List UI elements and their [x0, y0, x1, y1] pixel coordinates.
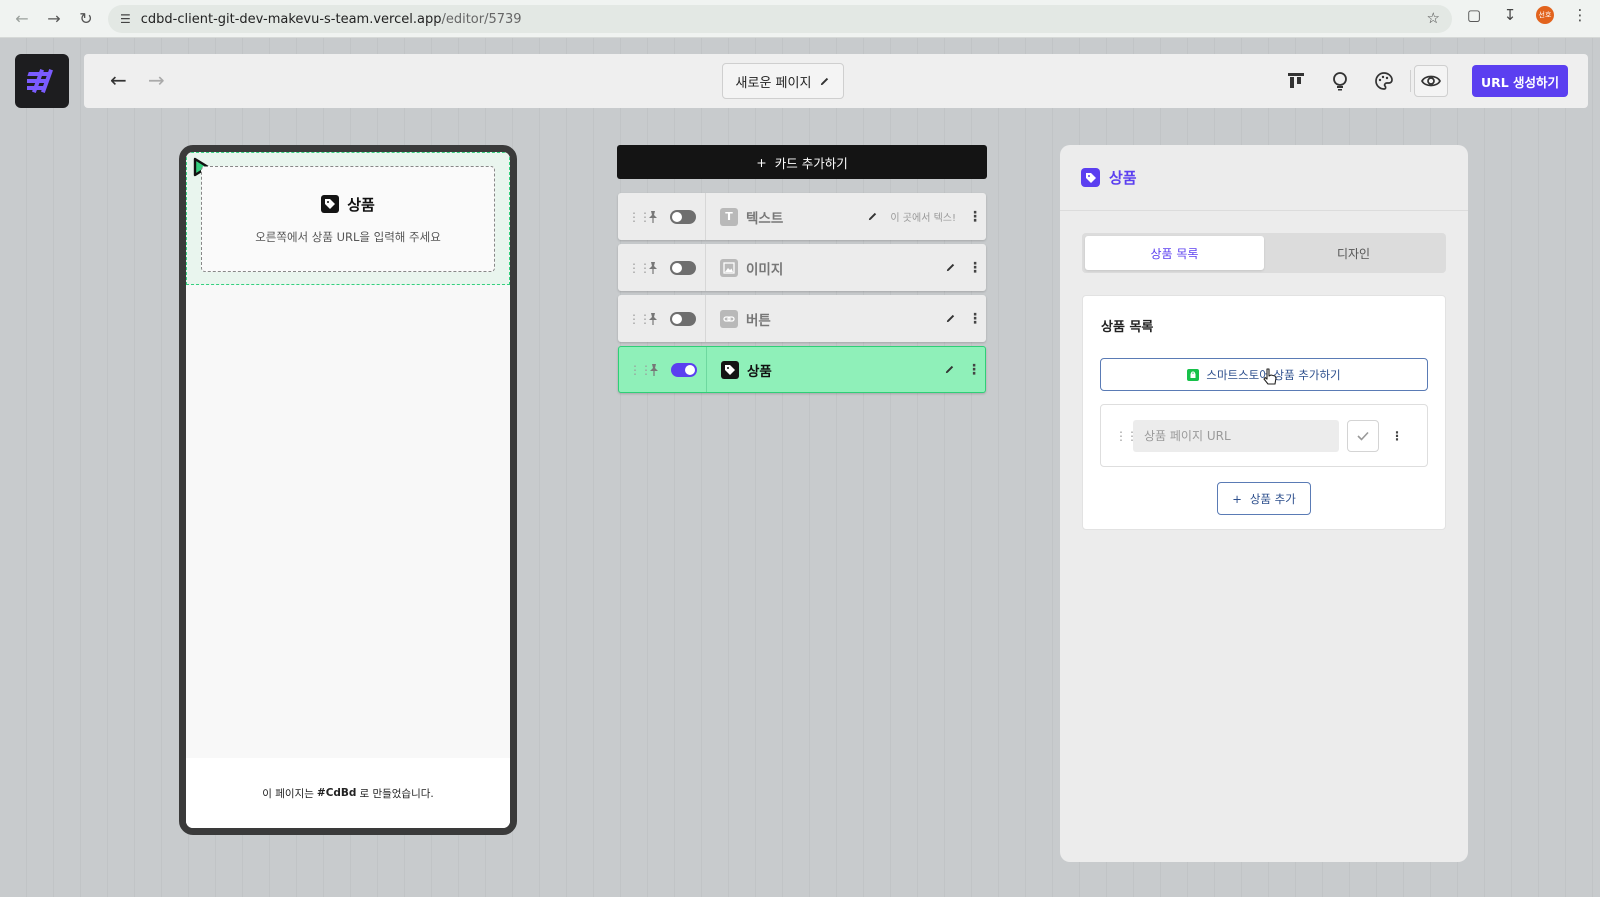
url-path: /editor/5739 [441, 11, 522, 27]
phone-preview: 상품 오른쪽에서 상품 URL을 입력해 주세요 이 페이지는 #CdBd 로 … [179, 145, 517, 835]
footer-suffix: 로 만들었습니다. [359, 787, 434, 800]
drag-handle-icon[interactable]: ⋮⋮ [629, 363, 652, 377]
card-row-text[interactable]: ⋮⋮ T 텍스트 이 곳에서 텍스! ⋮ [618, 193, 986, 240]
layout-align-icon[interactable] [1284, 69, 1308, 93]
check-icon [1357, 431, 1369, 441]
browser-reload-icon[interactable]: ↻ [70, 9, 102, 28]
more-options-icon[interactable]: ⋮ [1391, 429, 1403, 443]
section-title: 상품 목록 [1101, 320, 1154, 335]
eye-icon [1421, 75, 1441, 87]
card-text-preview: 이 곳에서 텍스! [890, 213, 956, 224]
plus-icon: + [756, 154, 767, 170]
smartstore-icon [1187, 368, 1200, 381]
card-label: 상품 [747, 363, 772, 380]
more-options-icon[interactable]: ⋮ [968, 209, 982, 225]
pencil-icon [821, 77, 829, 85]
pencil-icon[interactable] [867, 211, 878, 222]
pin-icon[interactable] [646, 261, 660, 275]
tag-icon [721, 360, 739, 379]
plus-icon: + [1232, 491, 1242, 506]
card-row-product[interactable]: ⋮⋮ 상품 ⋮ [618, 346, 986, 393]
preview-block-title: 상품 [347, 195, 375, 214]
more-options-icon[interactable]: ⋮ [968, 260, 982, 276]
add-card-button[interactable]: + 카드 추가하기 [617, 145, 987, 179]
download-icon[interactable]: ↧ [1500, 6, 1520, 24]
more-options-icon[interactable]: ⋮ [967, 362, 981, 378]
preview-block-hint: 오른쪽에서 상품 URL을 입력해 주세요 [255, 229, 441, 244]
card-label: 이미지 [746, 261, 784, 278]
preview-button[interactable] [1414, 65, 1448, 97]
link-icon [720, 309, 738, 328]
browser-back-icon[interactable]: ← [6, 9, 38, 28]
visibility-toggle[interactable] [670, 311, 696, 326]
url-host: cdbd-client-git-dev-makevu-s-team.vercel… [140, 11, 442, 27]
panel-header: 상품 [1060, 145, 1468, 211]
product-url-row: ⋮⋮ ⋮ [1100, 404, 1428, 467]
product-url-input[interactable] [1133, 419, 1339, 452]
preview-footer: 이 페이지는 #CdBd 로 만들었습니다. [186, 758, 510, 828]
browser-menu-icon[interactable]: ⋮ [1570, 6, 1590, 24]
panel-tabs: 상품 목록 디자인 [1082, 233, 1446, 273]
tag-icon [321, 195, 340, 213]
footer-brand-text: CdBd [325, 787, 357, 799]
pin-icon[interactable] [646, 210, 660, 224]
logo-hash-icon [27, 69, 53, 93]
visibility-toggle[interactable] [670, 209, 696, 224]
card-row-button[interactable]: ⋮⋮ 버튼 ⋮ [618, 295, 986, 342]
properties-panel: 상품 상품 목록 디자인 상품 목록 스마트스토어 상품 추가하기 ⋮⋮ ⋮ +… [1060, 145, 1468, 862]
undo-icon[interactable]: ← [110, 68, 127, 92]
more-options-icon[interactable]: ⋮ [968, 311, 982, 327]
hand-cursor-icon [1263, 368, 1277, 385]
address-bar[interactable]: ☰ cdbd-client-git-dev-makevu-s-team.verc… [108, 5, 1452, 33]
footer-prefix: 이 페이지는 [262, 787, 314, 800]
drag-handle-icon[interactable]: ⋮⋮ [628, 261, 651, 275]
drag-handle-icon[interactable]: ⋮⋮ [1115, 429, 1138, 443]
text-icon: T [720, 207, 738, 226]
page-title-button[interactable]: 새로운 페이지 [722, 63, 844, 99]
tab-design[interactable]: 디자인 [1264, 236, 1443, 270]
pencil-icon[interactable] [945, 262, 956, 273]
footer-brand: #CdBd [316, 787, 357, 799]
preview-product-placeholder: 상품 오른쪽에서 상품 URL을 입력해 주세요 [201, 166, 495, 272]
redo-icon[interactable]: → [148, 68, 165, 92]
card-label: 텍스트 [746, 210, 784, 227]
pin-icon[interactable] [647, 363, 661, 377]
site-settings-icon[interactable]: ☰ [120, 12, 131, 26]
pin-icon[interactable] [646, 312, 660, 326]
lightbulb-icon[interactable] [1328, 69, 1352, 93]
drag-handle-icon[interactable]: ⋮⋮ [628, 210, 651, 224]
generate-url-button[interactable]: URL 생성하기 [1472, 65, 1568, 97]
add-product-button[interactable]: + 상품 추가 [1217, 482, 1311, 515]
tab-product-list[interactable]: 상품 목록 [1085, 236, 1264, 270]
visibility-toggle[interactable] [671, 362, 697, 377]
pencil-icon[interactable] [945, 313, 956, 324]
extensions-icon[interactable]: ▢ [1464, 6, 1484, 24]
browser-toolbar: ← → ↻ ☰ cdbd-client-git-dev-makevu-s-tea… [0, 0, 1600, 38]
product-list-section: 상품 목록 스마트스토어 상품 추가하기 ⋮⋮ ⋮ + 상품 추가 [1082, 295, 1446, 530]
palette-icon[interactable] [1372, 69, 1396, 93]
app-logo[interactable] [15, 54, 69, 108]
editor-toolbar: ← → 새로운 페이지 URL 생성하기 [84, 54, 1588, 108]
bookmark-star-icon[interactable]: ☆ [1427, 9, 1440, 27]
tag-icon [1081, 168, 1100, 187]
add-card-label: 카드 추가하기 [774, 155, 848, 171]
browser-forward-icon[interactable]: → [38, 9, 70, 28]
visibility-toggle[interactable] [670, 260, 696, 275]
preview-product-block[interactable]: 상품 오른쪽에서 상품 URL을 입력해 주세요 [186, 152, 510, 285]
profile-avatar[interactable]: 선호 [1536, 6, 1554, 24]
toolbar-divider [1410, 70, 1411, 92]
image-icon [720, 258, 738, 277]
add-product-label: 상품 추가 [1249, 491, 1296, 506]
card-label: 버튼 [746, 312, 771, 329]
pencil-icon[interactable] [944, 364, 955, 375]
panel-title: 상품 [1109, 169, 1137, 187]
confirm-url-button[interactable] [1347, 419, 1379, 452]
card-row-image[interactable]: ⋮⋮ 이미지 ⋮ [618, 244, 986, 291]
drag-handle-icon[interactable]: ⋮⋮ [628, 312, 651, 326]
page-title: 새로운 페이지 [735, 75, 812, 91]
